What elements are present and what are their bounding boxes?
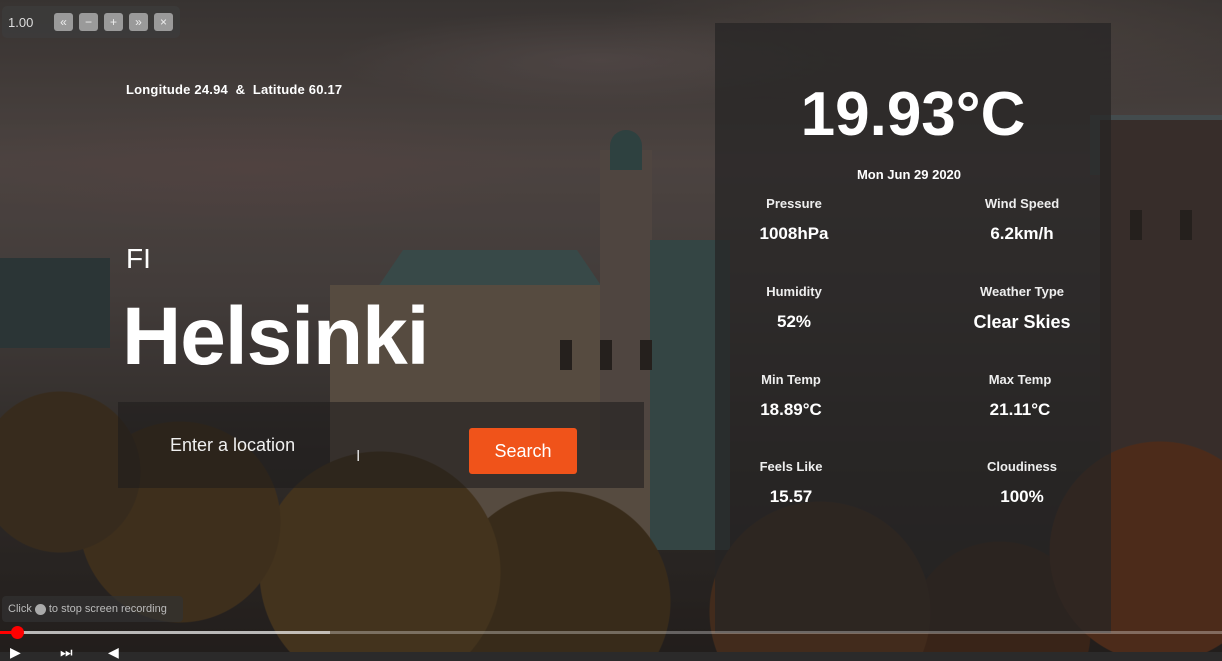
coordinates: Longitude 24.94 & Latitude 60.17 — [126, 82, 342, 97]
zoom-reset-down-button[interactable]: « — [54, 13, 73, 31]
stat-value: 15.57 — [769, 487, 813, 506]
stat-label: Wind Speed — [984, 196, 1060, 211]
zoom-reset-up-button[interactable]: » — [129, 13, 148, 31]
current-temperature: 19.93°C — [800, 80, 1026, 149]
stat-value: 6.2km/h — [990, 224, 1054, 243]
stat-value: 18.89°C — [760, 400, 822, 419]
zoom-close-button[interactable]: × — [154, 13, 173, 31]
recording-hint-before: Click — [8, 603, 32, 615]
stat-label: Feels Like — [759, 459, 823, 474]
stat-label: Weather Type — [979, 284, 1065, 299]
zoom-toolbar: 1.00 « − + » × — [2, 6, 180, 38]
next-icon[interactable]: ⏭ — [60, 644, 73, 661]
weather-panel: 19.93°C Mon Jun 29 2020 Pressure 1008hPa… — [715, 23, 1111, 633]
stat-value: 52% — [776, 312, 812, 331]
play-icon[interactable]: ▶ — [10, 644, 21, 661]
coordinates-separator: & — [235, 82, 246, 97]
stat-value: Clear Skies — [973, 312, 1071, 332]
stat-pressure: Pressure 1008hPa — [694, 196, 894, 244]
stop-recording-icon[interactable] — [34, 603, 46, 615]
volume-icon[interactable]: ◀ — [108, 644, 119, 661]
stat-label: Min Temp — [761, 372, 821, 387]
stat-label: Pressure — [766, 196, 822, 211]
search-form: I Search — [118, 402, 644, 488]
video-buffer-fill — [0, 631, 330, 634]
city-name: Helsinki — [122, 291, 429, 382]
longitude-label: Longitude 24.94 — [126, 82, 228, 97]
recording-hint: Click to stop screen recording — [2, 596, 183, 622]
stat-label: Humidity — [766, 284, 822, 299]
stat-label: Cloudiness — [986, 459, 1058, 474]
text-cursor-icon: I — [356, 448, 361, 465]
stat-value: 100% — [1000, 487, 1044, 506]
stat-feels-like: Feels Like 15.57 — [691, 459, 891, 507]
zoom-out-button[interactable]: − — [79, 13, 98, 31]
stat-min-temp: Min Temp 18.89°C — [691, 372, 891, 420]
recording-hint-after: to stop screen recording — [48, 603, 167, 615]
video-scrubber-handle[interactable] — [11, 626, 25, 639]
stat-value: 1008hPa — [759, 224, 829, 243]
stat-max-temp: Max Temp 21.11°C — [920, 372, 1120, 420]
stat-label: Max Temp — [988, 372, 1052, 387]
stat-humidity: Humidity 52% — [694, 284, 894, 332]
stat-value: 21.11°C — [989, 400, 1051, 419]
stat-cloudiness: Cloudiness 100% — [922, 459, 1122, 507]
weather-date: Mon Jun 29 2020 — [856, 167, 962, 182]
zoom-in-button[interactable]: + — [104, 13, 123, 31]
latitude-label: Latitude 60.17 — [252, 82, 343, 97]
country-code: FI — [126, 243, 151, 274]
zoom-level: 1.00 — [8, 14, 34, 30]
video-progress-bar[interactable] — [0, 626, 1222, 639]
stat-wind-speed: Wind Speed 6.2km/h — [922, 196, 1122, 244]
stat-weather-type: Weather Type Clear Skies — [922, 284, 1122, 333]
search-button[interactable]: Search — [469, 428, 577, 474]
location-search-input[interactable] — [158, 430, 462, 460]
